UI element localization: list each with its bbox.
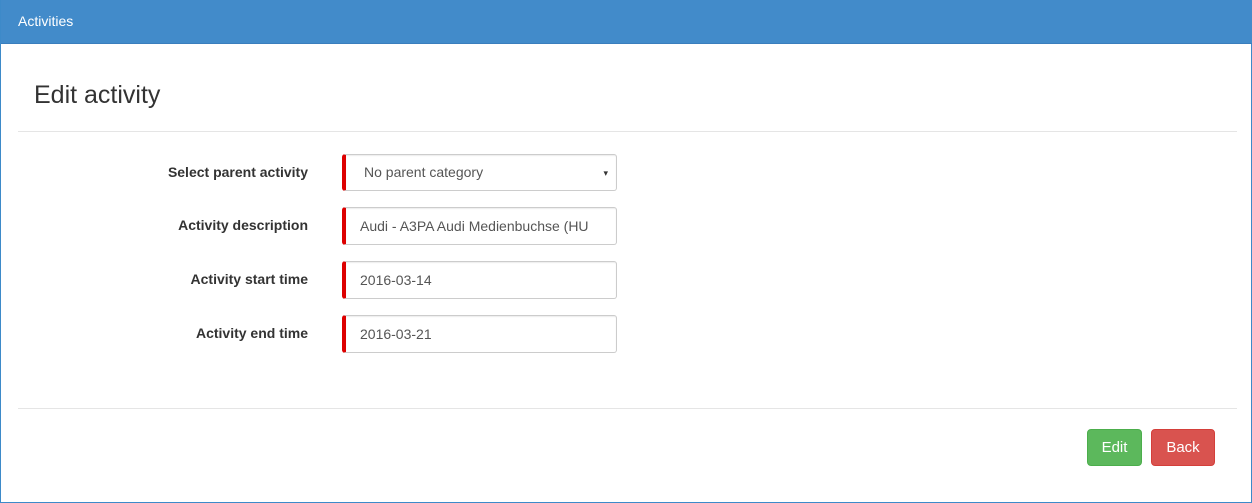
edit-activity-panel: Activities Edit activity Select parent a… xyxy=(0,0,1252,503)
activity-start-time-label: Activity start time xyxy=(190,271,308,287)
activity-end-time-input[interactable]: 2016-03-21 xyxy=(342,315,617,353)
activity-end-time-label: Activity end time xyxy=(195,325,308,341)
activity-start-time-input[interactable]: 2016-03-14 xyxy=(342,261,617,299)
form-row-activity-description: Activity description Audi - A3PA Audi Me… xyxy=(1,207,1252,245)
activity-description-label: Activity description xyxy=(178,217,308,233)
form-row-activity-end-time: Activity end time 2016-03-21 xyxy=(1,315,1252,353)
parent-activity-select[interactable]: No parent category ▾ xyxy=(342,154,617,191)
page-title: Edit activity xyxy=(34,81,161,109)
form-row-parent-activity: Select parent activity No parent categor… xyxy=(1,154,1252,192)
back-button[interactable]: Back xyxy=(1151,429,1215,466)
activity-description-input[interactable]: Audi - A3PA Audi Medienbuchse (HU xyxy=(342,207,617,245)
dropdown-arrow-icon: ▾ xyxy=(603,168,608,178)
panel-heading-title: Activities xyxy=(18,13,74,29)
divider-bottom xyxy=(18,408,1237,409)
parent-activity-selected-value: No parent category xyxy=(364,164,484,180)
edit-button[interactable]: Edit xyxy=(1087,429,1142,466)
divider-top xyxy=(18,131,1237,132)
panel-heading: Activities xyxy=(1,0,1252,44)
form-row-activity-start-time: Activity start time 2016-03-14 xyxy=(1,261,1252,299)
parent-activity-label: Select parent activity xyxy=(167,164,308,180)
